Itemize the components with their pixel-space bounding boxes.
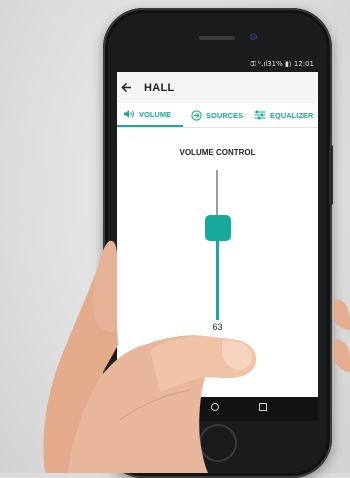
phone-screen: ⚿ ᵇ.ıl31% ▮⟩ 12:01 HALL VOLUME SOURCES E… [117, 57, 318, 397]
volume-value: 63 [212, 322, 223, 332]
nav-home-circle-icon[interactable] [211, 403, 219, 411]
equalizer-sliders-icon [254, 110, 266, 120]
tab-sources[interactable]: SOURCES [183, 103, 248, 127]
tab-equalizer[interactable]: EQUALIZER [248, 103, 318, 127]
tab-sources-label: SOURCES [206, 110, 244, 120]
tab-equalizer-label: EQUALIZER [270, 110, 314, 120]
speaker-icon [124, 110, 134, 118]
app-bar: HALL [117, 72, 318, 103]
earpiece-speaker [199, 36, 235, 40]
tab-volume-label: VOLUME [139, 109, 172, 119]
page-title: HALL [144, 81, 175, 94]
tab-volume[interactable]: VOLUME [117, 103, 183, 127]
phone-side-button [329, 145, 333, 205]
phone-home-button[interactable] [199, 424, 237, 462]
volume-slider-thumb[interactable] [205, 215, 231, 241]
volume-slider-track-active[interactable] [216, 240, 219, 320]
status-bar-text: ⚿ ᵇ.ıl31% ▮⟩ 12:01 [250, 60, 314, 68]
status-bar: ⚿ ᵇ.ıl31% ▮⟩ 12:01 [117, 57, 318, 72]
volume-slider-track-inactive[interactable] [216, 170, 218, 220]
volume-control-heading: VOLUME CONTROL [179, 148, 256, 157]
nav-recents-square-icon[interactable] [259, 403, 267, 411]
front-camera [250, 33, 257, 40]
tab-bar: VOLUME SOURCES EQUALIZER [117, 103, 318, 128]
arrow-left-icon[interactable] [121, 81, 135, 95]
input-arrow-icon [191, 109, 202, 121]
